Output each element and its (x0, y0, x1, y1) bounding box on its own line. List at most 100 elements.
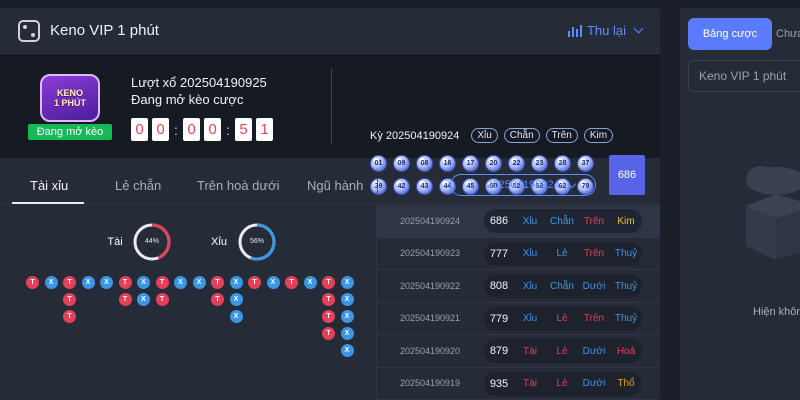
replay-button[interactable]: Thu lại (567, 23, 644, 38)
history-tag: Kim (617, 215, 635, 227)
road-dot-xiu: X (229, 293, 243, 306)
history-row[interactable]: 202504190924 686 Xỉu Chẵn Trên Kim (377, 205, 660, 238)
history-tag: Thổ (617, 378, 635, 389)
tai-label: Tài (107, 236, 123, 248)
road-dot-xiu: X (340, 276, 354, 289)
game-logo: KENO 1 PHÚT Đang mở kèo (28, 72, 112, 140)
road-dot-xiu: X (340, 327, 354, 340)
history-tag: Xỉu (522, 248, 538, 259)
road-dot-tai: T (211, 293, 224, 306)
history-sum: 935 (489, 377, 509, 390)
xiu-label: Xỉu (211, 236, 227, 248)
history-row[interactable]: 202504190923 777 Xỉu Lẻ Trên Thuỷ (377, 238, 660, 270)
tab-tai-xiu[interactable]: Tài xỉu (30, 178, 68, 193)
history-tag: Xỉu (522, 215, 538, 227)
game-filter[interactable]: Keno VIP 1 phút (688, 60, 800, 92)
history-tag: Lẻ (556, 313, 568, 324)
tab-tren-hoa-duoi[interactable]: Trên hoà dưới (197, 178, 280, 193)
active-tab-indicator (12, 202, 84, 204)
countdown-digit: 0 (152, 118, 169, 141)
history-row[interactable]: 202504190921 779 Xỉu Lẻ Trên Thuỷ (377, 303, 660, 335)
xiu-percent: 56% (249, 238, 264, 245)
main-panel: Keno VIP 1 phút Thu lại KENO 1 PHÚT Đang… (0, 8, 660, 400)
history-row[interactable]: 202504190922 808 Xỉu Chẵn Dưới Thuỷ (377, 270, 660, 303)
period-label: Kỳ 202504190924 (370, 129, 460, 142)
road-dot-tai: T (63, 293, 76, 306)
history-tag: Dưới (582, 345, 606, 357)
history-tag: Lẻ (556, 378, 568, 389)
chevron-down-icon (567, 179, 577, 189)
tab-ngu-hanh[interactable]: Ngũ hành (307, 178, 363, 193)
keno-badge: KENO 1 PHÚT (40, 74, 100, 122)
countdown-digit: 0 (204, 118, 221, 141)
road-dot-xiu: X (137, 276, 150, 289)
tab-pending[interactable]: Chưa (772, 18, 800, 50)
road-dot-tai: T (155, 276, 169, 289)
road-dot-xiu: X (174, 276, 187, 289)
history-tag: Lẻ (556, 345, 568, 357)
empty-box-icon (746, 166, 800, 260)
bar-chart-icon (567, 24, 582, 37)
tai-xiu-stats: Tài 44% Xỉu 56% TXTTTXXTTXXTTXXTTXXXTXTX… (0, 205, 376, 400)
history-sum: 879 (489, 345, 509, 357)
history-row[interactable]: 202504190920 879 Tài Lẻ Dưới Hoả (377, 335, 660, 368)
road-dot-xiu: X (229, 276, 243, 289)
road-dot-tai: T (63, 310, 76, 323)
result-tag: Xỉu (471, 128, 498, 143)
tab-bet-board[interactable]: Bảng cược (688, 18, 772, 50)
open-status-badge: Đang mở kèo (28, 124, 112, 140)
road-dot-tai: T (248, 276, 261, 289)
result-tag: Trên (545, 128, 578, 143)
side-panel: Bảng cược Chưa Keno VIP 1 phút Hiện khôn (680, 8, 800, 400)
road-dot-xiu: X (137, 293, 150, 306)
history-sum: 808 (489, 280, 509, 292)
game-title: Keno VIP 1 phút (50, 22, 159, 39)
history-period: 202504190923 (399, 248, 461, 259)
road-dot-xiu: X (229, 310, 243, 323)
road-dot-tai: T (322, 327, 335, 340)
countdown-digit: 0 (183, 118, 200, 141)
logo-text-line2: 1 PHÚT (53, 98, 86, 108)
road-dot-xiu: X (340, 310, 354, 323)
betting-status: Đang mở kèo cược (131, 92, 244, 107)
replay-label: Thu lại (586, 23, 626, 38)
side-tabs: Bảng cược Chưa (688, 18, 800, 50)
road-dot-tai: T (63, 276, 76, 289)
history-result: 686 Xỉu Chẵn Trên Kim (484, 209, 642, 233)
history-sum: 777 (489, 247, 509, 260)
history-tag: Tài (523, 345, 537, 357)
history-period: 202504190919 (399, 378, 461, 389)
tab-le-chan[interactable]: Lẻ chẵn (115, 178, 161, 193)
road-dot-xiu: X (340, 293, 354, 306)
history-tag: Hoả (616, 345, 636, 357)
countdown-digit: 1 (256, 118, 273, 141)
history-tag: Chẵn (550, 215, 574, 227)
history-period: 202504190921 (399, 313, 461, 324)
empty-message: Hiện khôn (753, 306, 800, 318)
draw-info-section: KENO 1 PHÚT Đang mở kèo Lượt xổ 20250419… (0, 54, 660, 195)
history-row[interactable]: 202504190919 935 Tài Lẻ Dưới Thổ (377, 368, 660, 400)
road-dot-tai: T (322, 310, 335, 323)
road-dot-tai: T (285, 276, 298, 289)
history-sum: 686 (489, 215, 509, 227)
period-select[interactable]: 202504190924 (450, 174, 596, 196)
period-select-value: 202504190924 (486, 179, 560, 191)
history-result: 777 Xỉu Lẻ Trên Thuỷ (484, 241, 642, 266)
history-result: 808 Xỉu Chẵn Dưới Thuỷ (484, 274, 642, 298)
road-dot-xiu: X (266, 276, 280, 289)
road-dot-xiu: X (81, 276, 95, 289)
main-header: Keno VIP 1 phút Thu lại (0, 8, 660, 54)
history-tag: Xỉu (522, 280, 538, 292)
dice-icon (18, 19, 40, 42)
history-period: 202504190922 (399, 280, 461, 291)
logo-text-line1: KENO (56, 88, 83, 98)
history-tag: Thuỷ (614, 248, 638, 259)
countdown-timer: 0 0 : 0 0 : 5 1 (131, 118, 273, 141)
countdown-digit: 0 (131, 118, 148, 141)
road-dot-xiu: X (303, 276, 317, 289)
road-dot-tai: T (26, 276, 39, 289)
period-result-header: Kỳ 202504190924 Xỉu Chẵn Trên Kim (370, 128, 614, 143)
tai-percent: 44% (144, 238, 159, 245)
history-tag: Tài (523, 378, 537, 389)
history-result: 935 Tài Lẻ Dưới Thổ (484, 371, 642, 396)
